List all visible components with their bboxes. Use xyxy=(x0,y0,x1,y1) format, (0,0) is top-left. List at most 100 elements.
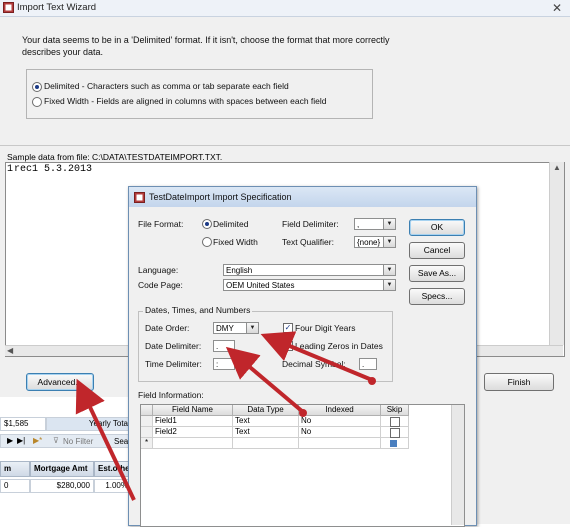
chevron-down-icon[interactable]: ▼ xyxy=(246,323,258,333)
grid-row2-data-type[interactable]: Text xyxy=(233,427,299,438)
grid-new-row-skip[interactable] xyxy=(381,438,409,449)
bg-navigation-bar: ▶ ▶| ▶* ⊽ No Filter Sea xyxy=(0,434,132,448)
delimited-option-label[interactable]: Delimited - Characters such as comma or … xyxy=(44,81,289,91)
chevron-down-icon[interactable]: ▼ xyxy=(383,219,395,229)
field-delimiter-combo[interactable]: , ▼ xyxy=(354,218,396,230)
bg-header-mortgage: Mortgage Amt xyxy=(30,461,94,477)
bg-cell-r2c1: 0 xyxy=(0,479,30,493)
field-information-grid[interactable]: Field Name Data Type Indexed Skip Field1… xyxy=(140,404,465,527)
grid-row2-skip[interactable] xyxy=(381,427,409,438)
spec-fixed-width-radio[interactable] xyxy=(202,237,212,247)
leading-zeros-label[interactable]: Leading Zeros in Dates xyxy=(295,341,383,351)
delimited-radio[interactable] xyxy=(32,82,42,92)
chevron-down-icon[interactable]: ▼ xyxy=(383,237,395,247)
sample-vertical-scrollbar[interactable]: ▲ xyxy=(549,162,564,345)
date-order-combo[interactable]: DMY ▼ xyxy=(213,322,259,334)
skip-checkbox[interactable] xyxy=(390,417,400,427)
time-delimiter-label: Time Delimiter: xyxy=(145,359,202,369)
grid-row1-field-name[interactable]: Field1 xyxy=(153,416,233,427)
ok-button[interactable]: OK xyxy=(409,219,465,236)
language-value: English xyxy=(226,266,253,275)
spec-fixed-width-label[interactable]: Fixed Width xyxy=(213,237,258,247)
fixed-width-radio[interactable] xyxy=(32,97,42,107)
grid-new-row-indexed[interactable] xyxy=(299,438,381,449)
wizard-title: Import Text Wizard xyxy=(17,2,97,13)
field-delimiter-value: , xyxy=(357,220,360,229)
wizard-app-icon xyxy=(3,2,14,13)
spec-titlebar: TestDateImport Import Specification xyxy=(129,187,476,207)
spec-title: TestDateImport Import Specification xyxy=(149,192,292,202)
grid-header-skip: Skip xyxy=(381,405,409,416)
bg-header-col1: m xyxy=(0,461,30,477)
finish-button[interactable]: Finish xyxy=(484,373,554,391)
save-as-button[interactable]: Save As... xyxy=(409,265,465,282)
leading-zeros-checkbox[interactable] xyxy=(283,341,293,351)
row-selector[interactable] xyxy=(141,427,153,438)
text-qualifier-value: {none} xyxy=(357,238,381,247)
code-page-value: OEM United States xyxy=(226,281,295,290)
bg-header-estother: Est.other xyxy=(94,461,133,477)
bg-cell-yearly: Yearly Tota xyxy=(46,417,132,431)
grid-new-row-field-name[interactable] xyxy=(153,438,233,449)
text-qualifier-combo[interactable]: {none} ▼ xyxy=(354,236,396,248)
grid-header-indexed: Indexed xyxy=(299,405,381,416)
specs-button[interactable]: Specs... xyxy=(409,288,465,305)
skip-checkbox[interactable] xyxy=(390,428,400,438)
date-order-label: Date Order: xyxy=(145,323,190,333)
decimal-symbol-input[interactable]: . xyxy=(359,358,377,370)
grid-header-field-name: Field Name xyxy=(153,405,233,416)
advanced-button[interactable]: Advanced... xyxy=(26,373,94,391)
scroll-up-icon[interactable]: ▲ xyxy=(553,163,561,172)
grid-new-row-data-type[interactable] xyxy=(233,438,299,449)
close-icon[interactable]: ✕ xyxy=(552,1,562,15)
text-qualifier-label: Text Qualifier: xyxy=(282,237,334,247)
sample-data-label: Sample data from file: C:\DATA\TESTDATEI… xyxy=(7,152,223,162)
field-information-label: Field Information: xyxy=(138,390,204,400)
field-delimiter-label: Field Delimiter: xyxy=(282,219,339,229)
cancel-button[interactable]: Cancel xyxy=(409,242,465,259)
new-row-marker: * xyxy=(141,438,153,449)
language-label: Language: xyxy=(138,265,179,275)
skip-indicator-icon xyxy=(390,440,397,447)
file-format-label: File Format: xyxy=(138,219,184,229)
bg-cell-estother: 1.00% xyxy=(94,479,132,493)
chevron-down-icon[interactable]: ▼ xyxy=(383,265,395,275)
scroll-left-icon[interactable]: ◀ xyxy=(7,346,13,355)
sample-line-text: rec1 5.3.2013 xyxy=(14,164,93,175)
four-digit-years-checkbox[interactable]: ✓ xyxy=(283,323,293,333)
language-combo[interactable]: English ▼ xyxy=(223,264,396,276)
search-label[interactable]: Sea xyxy=(114,437,128,446)
dtn-group-label: Dates, Times, and Numbers xyxy=(143,305,253,315)
grid-row2-field-name[interactable]: Field2 xyxy=(153,427,233,438)
four-digit-years-label[interactable]: Four Digit Years xyxy=(295,323,355,333)
no-filter-label[interactable]: No Filter xyxy=(63,437,93,446)
grid-vertical-scrollbar[interactable] xyxy=(451,405,464,525)
grid-row2-indexed[interactable]: No xyxy=(299,427,381,438)
bg-cell-mortgage: $280,000 xyxy=(30,479,94,493)
new-record-icon[interactable]: ▶* xyxy=(33,436,42,445)
spec-delimited-label[interactable]: Delimited xyxy=(213,219,248,229)
spec-app-icon xyxy=(134,192,145,203)
grid-row1-data-type[interactable]: Text xyxy=(233,416,299,427)
sample-line-number: 1 xyxy=(7,164,14,175)
import-specification-dialog: TestDateImport Import Specification File… xyxy=(128,186,477,527)
grid-header-data-type: Data Type xyxy=(233,405,299,416)
decimal-symbol-label: Decimal Symbol: xyxy=(282,359,346,369)
date-delimiter-input[interactable]: . xyxy=(213,340,235,352)
next-record-icon[interactable]: ▶ xyxy=(7,436,13,445)
chevron-down-icon[interactable]: ▼ xyxy=(383,280,395,290)
row-selector[interactable] xyxy=(141,416,153,427)
spec-delimited-radio[interactable] xyxy=(202,219,212,229)
format-option-group: Delimited - Characters such as comma or … xyxy=(26,69,373,119)
grid-row1-skip[interactable] xyxy=(381,416,409,427)
bg-cell-amount: $1,585 xyxy=(0,417,46,431)
time-delimiter-input[interactable]: : xyxy=(213,358,235,370)
date-order-value: DMY xyxy=(216,324,234,333)
code-page-combo[interactable]: OEM United States ▼ xyxy=(223,279,396,291)
fixed-width-option-label[interactable]: Fixed Width - Fields are aligned in colu… xyxy=(44,96,327,106)
divider xyxy=(0,145,570,146)
filter-icon: ⊽ xyxy=(53,436,59,445)
date-delimiter-label: Date Delimiter: xyxy=(145,341,202,351)
last-record-icon[interactable]: ▶| xyxy=(17,436,25,445)
grid-row1-indexed[interactable]: No xyxy=(299,416,381,427)
